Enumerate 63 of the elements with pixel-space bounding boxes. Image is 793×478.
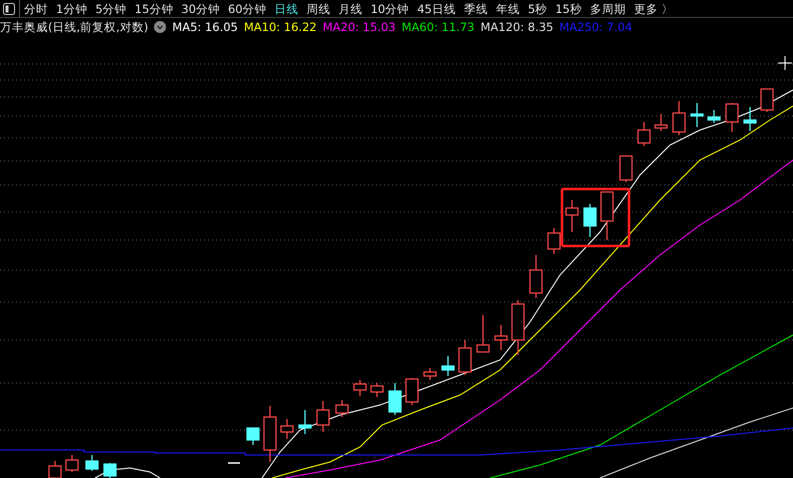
moving-average-value: MA60: 11.73 [402, 20, 474, 34]
period-tab[interactable]: 分时 [24, 0, 48, 16]
candlestick [547, 228, 561, 254]
chart-title: 万丰奥威(日线,前复权,对数) [0, 20, 148, 34]
period-tab[interactable]: 更多 〉 [634, 0, 674, 16]
candlestick [565, 200, 579, 232]
moving-average-value: MA250: 7.04 [559, 20, 632, 34]
period-tab[interactable]: 月线 [338, 0, 363, 16]
chevron-down-icon[interactable] [154, 21, 166, 33]
candlestick [760, 88, 774, 112]
crosshair-icon [778, 56, 792, 70]
period-tab[interactable]: 45日线 [417, 0, 456, 16]
candlestick [600, 191, 614, 240]
candlestick [103, 463, 117, 478]
candlestick [405, 378, 419, 405]
candlestick [316, 401, 330, 432]
price-dash [228, 462, 240, 464]
candlestick [707, 110, 721, 123]
candlestick [583, 204, 597, 237]
panel-toggle-icon[interactable] [3, 2, 15, 14]
candlestick [263, 406, 277, 462]
candlestick [246, 427, 260, 445]
candlestick [637, 122, 651, 146]
candlestick [370, 383, 384, 397]
period-tab[interactable]: 60分钟 [228, 0, 267, 16]
candlestick [529, 255, 543, 298]
period-tab[interactable]: 周线 [306, 0, 331, 16]
candlestick [335, 400, 349, 417]
period-tab[interactable]: 15分钟 [134, 0, 174, 16]
period-tab[interactable]: 5分钟 [95, 0, 127, 16]
candlestick [388, 383, 402, 415]
candlestick [743, 107, 757, 131]
moving-average-line [94, 468, 160, 478]
period-tab[interactable]: 15秒 [555, 0, 582, 16]
moving-average-value: MA20: 15.03 [322, 20, 396, 34]
period-tab[interactable]: 5秒 [528, 0, 548, 16]
candlestick [298, 410, 312, 434]
candlestick [458, 340, 472, 375]
highlight-box [560, 188, 630, 248]
candlestick [441, 356, 455, 376]
candlestick [423, 368, 437, 380]
candlestick [494, 325, 508, 350]
moving-average-value: MA120: 8.35 [480, 20, 554, 34]
candlestick [511, 300, 525, 355]
candlestick [672, 101, 686, 135]
candlestick [353, 380, 367, 396]
candlestick [476, 315, 490, 353]
period-tab[interactable]: 季线 [464, 0, 488, 16]
period-tab[interactable]: 10分钟 [370, 0, 410, 16]
period-tab[interactable]: 年线 [496, 0, 520, 16]
candlestick [65, 455, 79, 472]
period-tab[interactable]: 多周期 [590, 0, 626, 16]
period-tab[interactable]: 30分钟 [181, 0, 220, 16]
candlestick [619, 155, 633, 182]
period-tab[interactable]: 1分钟 [56, 0, 88, 16]
candlestick [690, 103, 704, 127]
candlestick [85, 455, 99, 471]
candlestick [725, 103, 739, 132]
candlestick [654, 114, 668, 131]
period-tab[interactable]: 日线 [274, 0, 299, 16]
candlestick [280, 419, 294, 439]
moving-average-value: MA5: 16.05 [172, 20, 238, 34]
moving-average-value: MA10: 16.22 [244, 20, 317, 34]
